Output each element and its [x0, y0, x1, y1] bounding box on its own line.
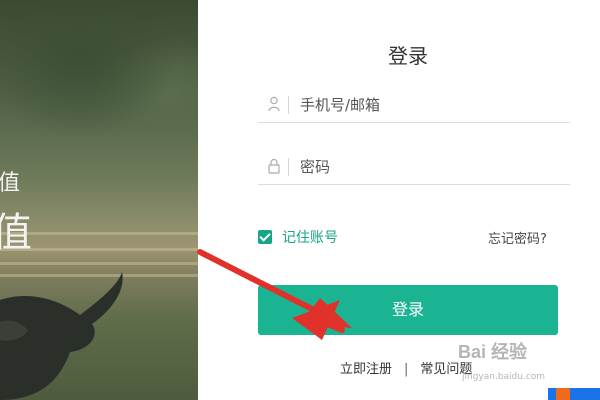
field-separator — [288, 96, 289, 114]
register-link[interactable]: 立即注册 — [340, 362, 392, 377]
login-title: 登录 — [388, 44, 428, 68]
corner-badge — [548, 388, 600, 400]
account-input[interactable]: 手机号/邮箱 — [300, 94, 380, 115]
account-field[interactable]: 手机号/邮箱 — [258, 88, 570, 123]
corner-badge-icon — [556, 388, 570, 400]
forgot-password-link[interactable]: 忘记密码? — [488, 228, 547, 247]
watermark-logo: Bai 经验 — [458, 342, 528, 362]
hero-text-small: 值 — [0, 171, 21, 196]
hero-text-large: 值 — [0, 210, 32, 256]
remember-checkbox[interactable] — [258, 230, 272, 244]
remember-label[interactable]: 记住账号 — [282, 227, 338, 247]
hero-image: 值 值 — [0, 0, 198, 400]
footer-links: 立即注册 | 常见问题 — [340, 358, 472, 377]
login-button[interactable]: 登录 — [258, 285, 558, 335]
password-input[interactable]: 密码 — [300, 156, 330, 177]
login-page: 值 值 登录 手机号/邮箱 密码 记住账号 忘记密码? 登录 立即注册|常见 — [0, 0, 600, 400]
lock-icon — [268, 158, 280, 174]
links-divider: | — [404, 362, 409, 377]
user-icon — [268, 96, 280, 112]
watermark-url: jingyan.baidu.com — [462, 372, 546, 382]
remember-account[interactable]: 记住账号 — [258, 227, 338, 247]
field-separator — [288, 158, 289, 176]
watermark: Bai 经验 jingyan.baidu.com — [458, 338, 545, 382]
password-field[interactable]: 密码 — [258, 150, 570, 185]
